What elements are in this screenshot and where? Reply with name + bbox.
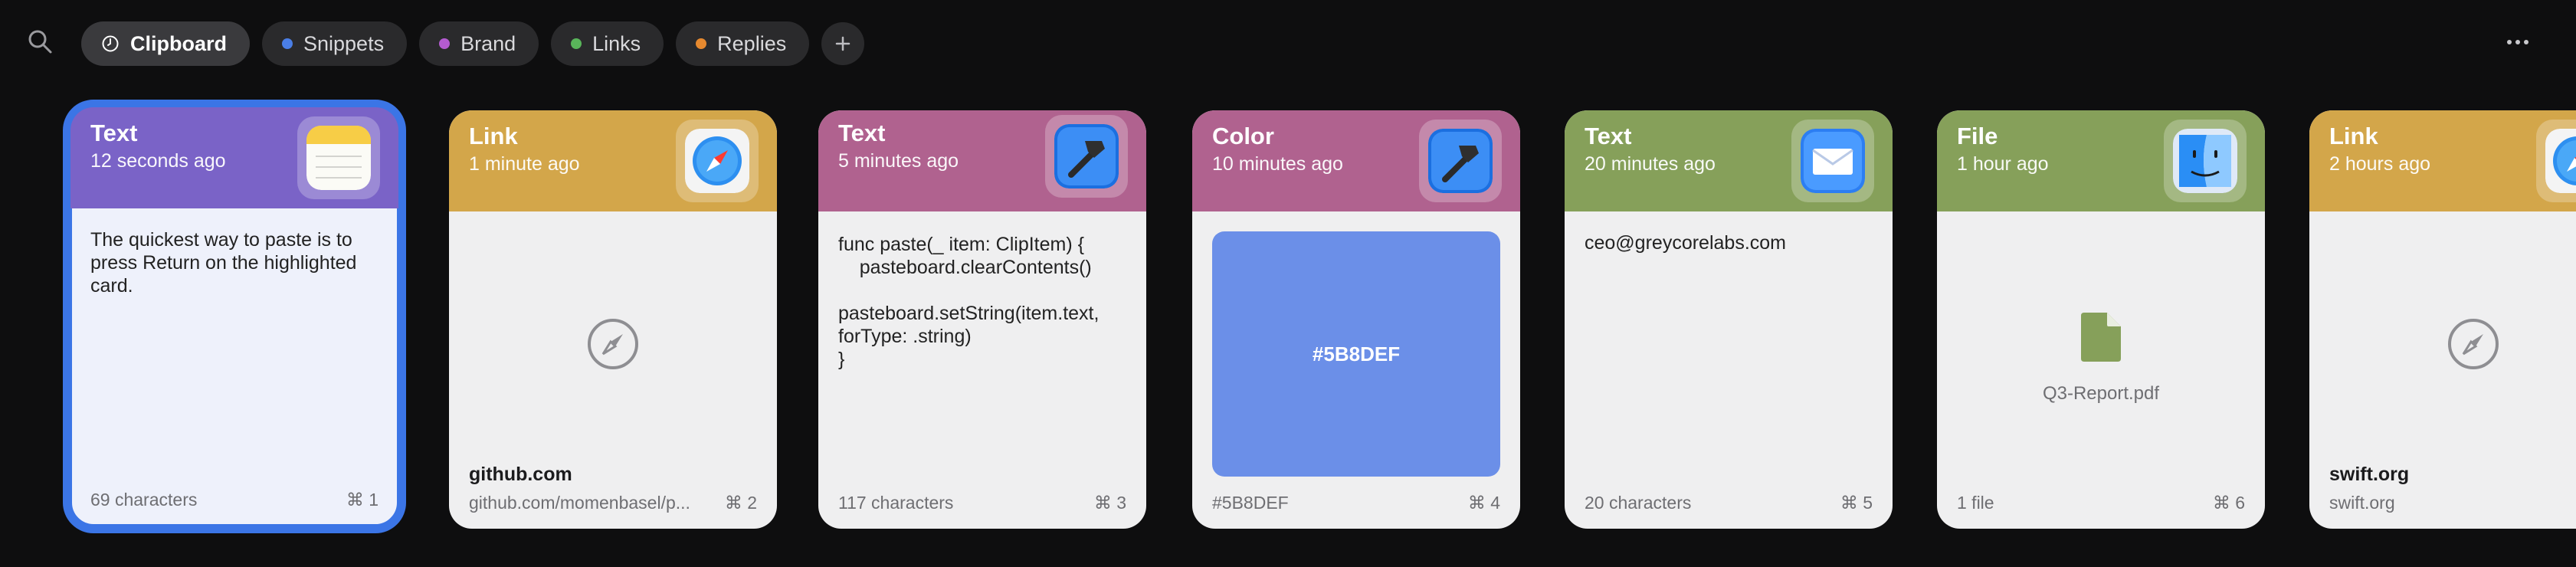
- tab-label: Brand: [460, 31, 516, 55]
- source-app: [1419, 120, 1502, 202]
- card-time: 5 minutes ago: [838, 150, 959, 172]
- link-title: github.com: [469, 464, 572, 485]
- tab-label: Snippets: [303, 31, 385, 55]
- color-dot-icon: [439, 38, 451, 49]
- card-header: Link 1 minute ago: [449, 110, 777, 211]
- card-header: File 1 hour ago: [1937, 110, 2265, 211]
- compass-icon: [2309, 317, 2576, 371]
- color-dot-icon: [571, 38, 582, 49]
- clip-card-list: Text 12 seconds ago The quickest way to …: [0, 100, 2576, 536]
- link-title: swift.org: [2329, 464, 2410, 485]
- card-header: Text 20 minutes ago: [1565, 110, 1893, 211]
- plus-icon: [835, 36, 850, 51]
- card-time: 10 minutes ago: [1212, 153, 1343, 175]
- safari-icon: [685, 129, 749, 193]
- source-app: [1045, 115, 1128, 198]
- tab-replies[interactable]: Replies: [676, 21, 810, 66]
- clip-card-file[interactable]: File 1 hour ago Q3-Report.pdf 1 file ⌘ 6: [1937, 110, 2265, 529]
- shortcut-hint: ⌘ 2: [724, 493, 757, 513]
- shortcut-hint: ⌘ 6: [2212, 493, 2245, 513]
- card-footer: 20 characters ⌘ 5: [1585, 493, 1873, 513]
- clip-card-text[interactable]: Text 12 seconds ago The quickest way to …: [63, 100, 406, 533]
- card-text-content: ceo@greycorelabs.com: [1585, 232, 1786, 254]
- card-time: 20 minutes ago: [1585, 153, 1716, 175]
- card-type: Link: [469, 123, 518, 149]
- xcode-icon: [1054, 124, 1119, 188]
- card-code-content: func paste(_ item: ClipItem) { pasteboar…: [838, 234, 1100, 370]
- character-count: 69 characters: [90, 490, 198, 510]
- card-header: Text 5 minutes ago: [818, 110, 1146, 211]
- link-url: swift.org: [2329, 493, 2395, 513]
- card-footer: #5B8DEF ⌘ 4: [1212, 493, 1500, 513]
- card-header: Link 2 hours ago: [2309, 110, 2576, 211]
- tab-bar: Clipboard Snippets Brand Links Replies: [81, 21, 865, 66]
- shortcut-hint: ⌘ 1: [346, 490, 379, 510]
- safari-icon: [2545, 129, 2576, 193]
- card-type: Link: [2329, 123, 2378, 149]
- clip-card-link[interactable]: Link 2 hours ago swift.org swift.org: [2309, 110, 2576, 529]
- link-url: github.com/momenbasel/p...: [469, 493, 690, 513]
- card-type: Text: [90, 120, 138, 146]
- clipboard-manager-window: Clipboard Snippets Brand Links Replies T…: [0, 0, 2576, 567]
- clip-card-code[interactable]: Text 5 minutes ago func paste(_ item: Cl…: [818, 110, 1146, 529]
- tab-snippets[interactable]: Snippets: [262, 21, 408, 66]
- mail-icon: [1801, 129, 1865, 193]
- card-footer: 1 file ⌘ 6: [1957, 493, 2245, 513]
- swatch-label: #5B8DEF: [1312, 342, 1401, 365]
- card-footer: 69 characters ⌘ 1: [90, 490, 379, 510]
- card-time: 1 hour ago: [1957, 153, 2049, 175]
- card-header: Text 12 seconds ago: [70, 107, 398, 208]
- clip-card-color[interactable]: Color 10 minutes ago #5B8DEF #5B8DEF ⌘ 4: [1192, 110, 1520, 529]
- shortcut-hint: ⌘ 3: [1093, 493, 1126, 513]
- card-type: Text: [838, 120, 886, 146]
- card-time: 2 hours ago: [2329, 153, 2431, 175]
- clock-icon: [102, 35, 119, 52]
- tab-label: Links: [592, 31, 641, 55]
- compass-icon: [449, 317, 777, 371]
- shortcut-hint: ⌘ 4: [1467, 493, 1500, 513]
- document-icon: [1937, 311, 2265, 363]
- source-app: [1791, 120, 1874, 202]
- card-footer: 117 characters ⌘ 3: [838, 493, 1126, 513]
- color-dot-icon: [282, 38, 293, 49]
- card-text-content: The quickest way to paste is to press Re…: [90, 229, 357, 297]
- xcode-icon: [1428, 129, 1493, 193]
- source-app: [2536, 120, 2576, 202]
- shortcut-hint: ⌘ 5: [1840, 493, 1873, 513]
- card-time: 1 minute ago: [469, 153, 580, 175]
- character-count: 20 characters: [1585, 493, 1692, 513]
- card-footer: swift.org: [2329, 493, 2576, 513]
- source-app: [676, 120, 759, 202]
- card-type: Text: [1585, 123, 1632, 149]
- ellipsis-icon: [2507, 40, 2528, 44]
- card-footer: github.com/momenbasel/p... ⌘ 2: [469, 493, 757, 513]
- finder-icon: [2173, 129, 2237, 193]
- clip-card-email[interactable]: Text 20 minutes ago ceo@greycorelabs.com…: [1565, 110, 1893, 529]
- color-swatch: #5B8DEF: [1212, 231, 1500, 477]
- card-time: 12 seconds ago: [90, 150, 226, 172]
- source-app: [297, 116, 380, 199]
- card-header: Color 10 minutes ago: [1192, 110, 1520, 211]
- tab-brand[interactable]: Brand: [419, 21, 539, 66]
- notes-icon: [306, 126, 371, 190]
- file-count: 1 file: [1957, 493, 1994, 513]
- more-options-button[interactable]: [2502, 29, 2533, 55]
- tab-clipboard[interactable]: Clipboard: [81, 21, 250, 66]
- clip-card-link[interactable]: Link 1 minute ago github.com github.com/…: [449, 110, 777, 529]
- card-type: File: [1957, 123, 1998, 149]
- tab-links[interactable]: Links: [551, 21, 664, 66]
- tab-label: Replies: [717, 31, 787, 55]
- card-type: Color: [1212, 123, 1274, 149]
- color-dot-icon: [696, 38, 707, 49]
- add-tab-button[interactable]: [821, 22, 865, 65]
- top-bar: Clipboard Snippets Brand Links Replies: [0, 0, 2576, 84]
- source-app: [2164, 120, 2247, 202]
- tab-label: Clipboard: [130, 31, 227, 55]
- character-count: 117 characters: [838, 493, 954, 513]
- color-hex: #5B8DEF: [1212, 493, 1289, 513]
- file-name: Q3-Report.pdf: [2042, 383, 2160, 404]
- search-icon[interactable]: [26, 28, 55, 57]
